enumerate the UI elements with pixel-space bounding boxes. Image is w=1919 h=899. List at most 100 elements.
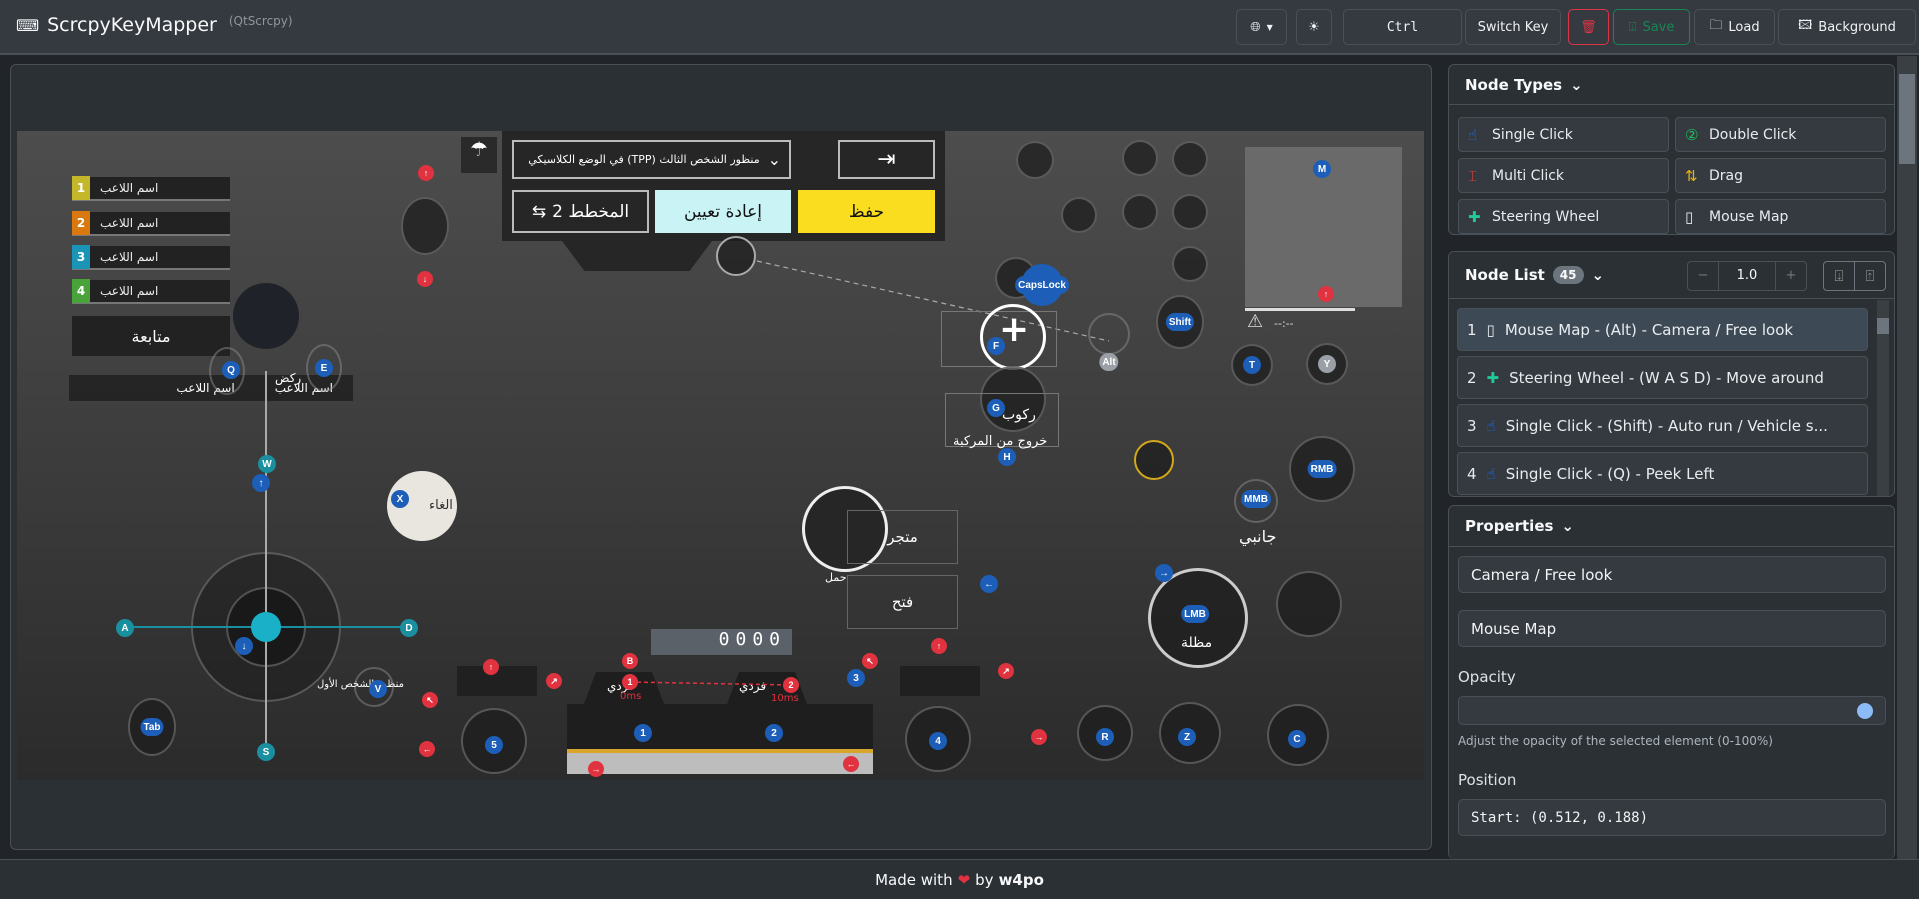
player-info-node[interactable]: [1016, 141, 1054, 179]
theme-toggle-button[interactable]: ☀: [1296, 9, 1332, 45]
drag-handle-arrow-icon[interactable]: ←: [419, 741, 435, 757]
shop-button[interactable]: متجر: [847, 510, 958, 564]
key-badge-k3[interactable]: 3: [847, 669, 865, 687]
key-badge-shift[interactable]: Shift: [1165, 313, 1195, 331]
key-badge-w[interactable]: W: [258, 455, 276, 473]
comment-input[interactable]: Camera / Free look: [1458, 556, 1886, 593]
node-type-single-click[interactable]: ☝ Single Click: [1458, 117, 1669, 152]
key-badge-mmb[interactable]: MMB: [1241, 490, 1271, 508]
node-types-header[interactable]: Node Types ⌄: [1449, 65, 1894, 105]
opacity-slider-thumb[interactable]: [1857, 703, 1873, 719]
scale-increase-button[interactable]: +: [1776, 262, 1806, 290]
key-badge-v[interactable]: V: [369, 680, 387, 698]
key-badge-b[interactable]: B: [622, 653, 638, 669]
node-list-scrollbar[interactable]: [1877, 300, 1889, 496]
key-badge-f[interactable]: F: [987, 337, 1005, 355]
key-badge-down[interactable]: ↓: [235, 637, 253, 655]
node-list-header[interactable]: Node List 45 ⌄ − 1.0 + ⍗ ⍐: [1449, 252, 1894, 299]
scale-stepper[interactable]: − 1.0 +: [1687, 261, 1807, 291]
language-button[interactable]: 🌐︎ ▼: [1236, 9, 1287, 45]
drag-handle-arrow-icon[interactable]: ↖: [422, 692, 438, 708]
key-badge-tab[interactable]: Tab: [140, 718, 164, 736]
save-button[interactable]: ⍗ Save: [1613, 9, 1690, 45]
key-badge-capslock[interactable]: CapsLock: [1015, 276, 1069, 294]
drag-handle-arrow-icon[interactable]: ↑: [1318, 286, 1334, 302]
drag-handle-arrow-icon[interactable]: ←: [843, 756, 859, 772]
opacity-slider[interactable]: [1458, 696, 1886, 725]
node-list-item[interactable]: 1 ▯ Mouse Map - (Alt) - Camera / Free look: [1457, 308, 1868, 351]
key-badge-q[interactable]: Q: [222, 361, 240, 379]
key-badge-r2[interactable]: 2: [783, 677, 799, 693]
key-badge-s[interactable]: S: [257, 743, 275, 761]
drag-handle-arrow-icon[interactable]: ↗: [546, 673, 562, 689]
scale-input[interactable]: 1.0: [1718, 262, 1776, 290]
switch-key-button[interactable]: Switch Key: [1465, 9, 1561, 45]
node-type-double-click[interactable]: ② Double Click: [1675, 117, 1886, 152]
microphone-node[interactable]: [1172, 246, 1208, 282]
report-node[interactable]: [1122, 140, 1158, 176]
emote-node[interactable]: [1122, 194, 1158, 230]
drag-handle-arrow-icon[interactable]: ↗: [998, 663, 1014, 679]
import-icon[interactable]: ⍗: [1824, 262, 1855, 290]
key-badge-r[interactable]: R: [1096, 728, 1114, 746]
node-type-steering-wheel[interactable]: ✚ Steering Wheel: [1458, 199, 1669, 234]
key-badge-k4[interactable]: 4: [929, 732, 947, 750]
key-badge-up[interactable]: ↑: [252, 474, 270, 492]
free-look-node[interactable]: [1088, 313, 1130, 355]
game-canvas[interactable]: ⌄ منظور الشخص الثالث (TPP) في الوضع الكلا…: [17, 131, 1424, 780]
multi-click-icon: ⌶: [1468, 166, 1478, 185]
key-badge-b2[interactable]: 2: [765, 724, 783, 742]
node-type-drag[interactable]: ⇅ Drag: [1675, 158, 1886, 193]
node-type-multi-click[interactable]: ⌶ Multi Click: [1458, 158, 1669, 193]
node-list-item[interactable]: 4 ☝ Single Click - (Q) - Peek Left: [1457, 452, 1868, 495]
drag-handle-arrow-icon[interactable]: →: [1031, 729, 1047, 745]
drag-handle-arrow-icon[interactable]: ↑: [931, 638, 947, 654]
page-scrollbar[interactable]: [1897, 56, 1917, 859]
node-list-item[interactable]: 3 ☝ Single Click - (Shift) - Auto run / Ve…: [1457, 404, 1868, 447]
footer-author[interactable]: w4po: [999, 871, 1044, 889]
key-badge-y[interactable]: Y: [1318, 355, 1336, 373]
key-badge-m[interactable]: M: [1313, 160, 1331, 178]
position-field[interactable]: Start: (0.512, 0.188): [1458, 799, 1886, 836]
key-badge-x[interactable]: X: [391, 490, 409, 508]
delete-button[interactable]: 🗑︎: [1568, 9, 1609, 45]
node-list-item[interactable]: 2 ✚ Steering Wheel - (W A S D) - Move arou…: [1457, 356, 1868, 399]
drag-handle-arrow-icon[interactable]: ↖: [862, 653, 878, 669]
scale-decrease-button[interactable]: −: [1688, 262, 1718, 290]
settings-node[interactable]: [1172, 141, 1208, 177]
key-badge-lmb[interactable]: LMB: [1181, 605, 1209, 623]
key-badge-g[interactable]: G: [987, 399, 1005, 417]
switch-key-input[interactable]: Ctrl: [1343, 9, 1462, 45]
open-button[interactable]: فتح: [847, 575, 958, 629]
key-badge-a[interactable]: A: [116, 619, 134, 637]
key-badge-r1[interactable]: 1: [622, 674, 638, 690]
speaker-node[interactable]: [1172, 194, 1208, 230]
key-badge-left[interactable]: ←: [980, 575, 998, 593]
node-list-text: Mouse Map - (Alt) - Camera / Free look: [1504, 320, 1794, 339]
strength-node[interactable]: [1061, 197, 1097, 233]
export-icon[interactable]: ⍐: [1855, 262, 1885, 290]
key-badge-k5[interactable]: 5: [485, 736, 503, 754]
key-badge-rmb[interactable]: RMB: [1307, 460, 1337, 478]
key-badge-t[interactable]: T: [1243, 356, 1261, 374]
key-badge-right[interactable]: →: [1155, 564, 1173, 582]
key-badge-h[interactable]: H: [998, 448, 1016, 466]
drag-handle-arrow-icon[interactable]: ↑: [483, 659, 499, 675]
jump-node[interactable]: [1276, 571, 1342, 637]
keyboard-icon: ⌨: [16, 15, 40, 35]
drag-handle-arrow-icon[interactable]: ↓: [417, 271, 433, 287]
node-type-mouse-map[interactable]: ▯ Mouse Map: [1675, 199, 1886, 234]
key-badge-d[interactable]: D: [400, 619, 418, 637]
node-type-field[interactable]: Mouse Map: [1458, 610, 1886, 647]
thumbs-up-node[interactable]: [1134, 440, 1174, 480]
drag-handle-arrow-icon[interactable]: ↑: [418, 165, 434, 181]
key-badge-e[interactable]: E: [315, 359, 333, 377]
background-button[interactable]: 🖾 Background: [1778, 9, 1916, 45]
properties-header[interactable]: Properties ⌄: [1449, 506, 1894, 547]
match-timer: --:--: [1274, 317, 1294, 330]
key-badge-b1[interactable]: 1: [634, 724, 652, 742]
key-badge-c[interactable]: C: [1288, 730, 1306, 748]
key-badge-z[interactable]: Z: [1178, 728, 1196, 746]
drag-handle-arrow-icon[interactable]: →: [588, 761, 604, 777]
load-button[interactable]: 🗀 Load: [1694, 9, 1775, 45]
